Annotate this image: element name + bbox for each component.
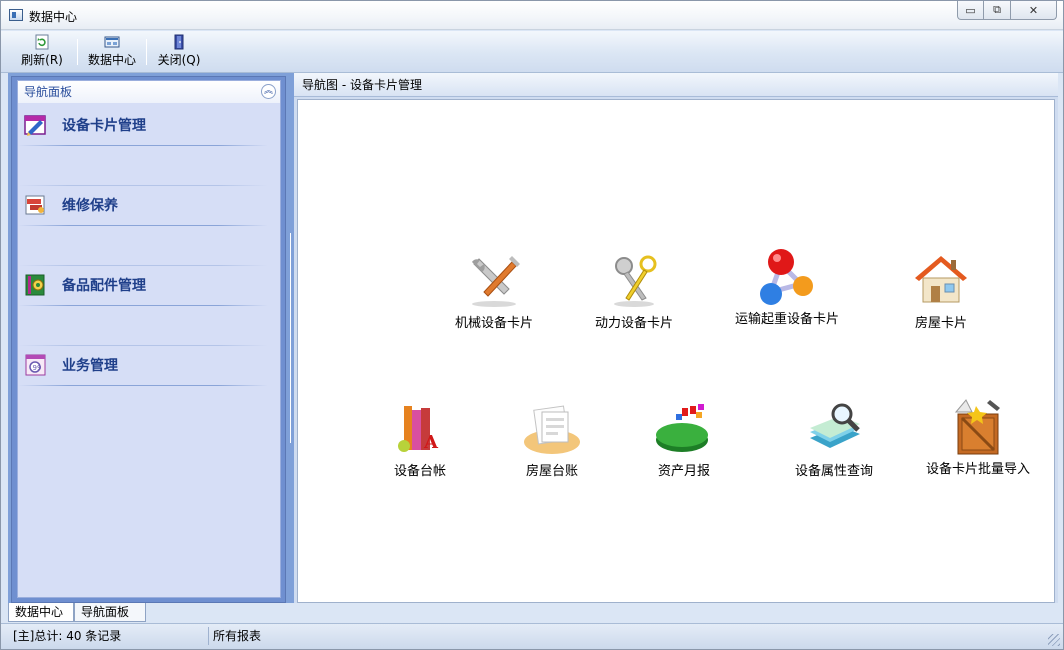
nav-divider: [18, 385, 268, 386]
business-icon: 99: [24, 353, 48, 377]
keys-icon: [602, 250, 666, 310]
tile-label: 房屋台账: [525, 464, 578, 479]
status-report: 所有报表: [209, 627, 1049, 645]
magnifier-books-icon: [802, 398, 866, 458]
tile-device-attribute-query[interactable]: 设备属性查询: [784, 398, 884, 479]
molecule-icon: [755, 246, 819, 306]
tile-asset-monthly-report[interactable]: 资产月报: [644, 398, 724, 479]
data-center-button[interactable]: 数据中心: [85, 34, 139, 70]
tile-device-ledger[interactable]: A 设备台帐: [380, 398, 460, 479]
navigation-diagram: 机械设备卡片 动力设备卡片 运输起重设备卡片 房屋卡片 A 设备台帐 房屋台账 …: [297, 99, 1055, 603]
record-count-text: [主]总计: 40 条记录: [13, 629, 122, 643]
tile-label: 资产月报: [657, 464, 710, 479]
nav-group-maintenance[interactable]: 维修保养: [18, 185, 280, 227]
tab-data-center[interactable]: 数据中心: [8, 603, 74, 622]
tile-label: 设备属性查询: [794, 464, 873, 479]
nav-group-business[interactable]: 99 业务管理: [18, 345, 280, 387]
title-bar[interactable]: 数据中心 ▭ ⧉ ✕: [1, 1, 1063, 30]
repair-tools-icon: [24, 193, 48, 217]
nav-panel-header[interactable]: 导航面板 ︽: [18, 81, 280, 103]
refresh-button[interactable]: 刷新(R): [15, 34, 69, 70]
nav-group-label: 维修保养: [62, 198, 118, 214]
collapse-chevron-icon[interactable]: ︽: [261, 84, 276, 99]
pie-chart-icon: [652, 398, 716, 458]
house-icon: [909, 250, 973, 310]
data-center-label: 数据中心: [87, 53, 136, 67]
books-icon: A: [388, 398, 452, 458]
restore-icon: ⧉: [993, 3, 1001, 16]
nav-group-label: 业务管理: [62, 358, 118, 374]
nav-panel-body: 导航面板 ︽ 设备卡片管理 维修保养 备品配件管理 99 业务管理: [17, 80, 281, 598]
breadcrumb-text: 导航图 - 设备卡片管理: [302, 78, 422, 92]
tile-label: 运输起重设备卡片: [734, 312, 839, 327]
report-text: 所有报表: [213, 629, 262, 643]
close-tool-label: 关闭(Q): [157, 53, 201, 67]
tile-transport-lifting-device-card[interactable]: 运输起重设备卡片: [722, 246, 852, 327]
tile-label: 设备卡片批量导入: [925, 462, 1030, 477]
nav-divider: [18, 305, 268, 306]
nav-divider: [18, 265, 268, 266]
toolbar: 刷新(R) 数据中心 关闭(Q): [1, 31, 1063, 73]
minimize-button[interactable]: ▭: [957, 1, 984, 20]
app-window: 数据中心 ▭ ⧉ ✕ 刷新(R) 数据中心 关闭(Q) 导航面板 ︽ 设备卡片管…: [0, 0, 1064, 650]
nav-group-device-card[interactable]: 设备卡片管理: [18, 107, 280, 147]
document-stack-icon: [520, 398, 584, 458]
tile-device-card-batch-import[interactable]: 设备卡片批量导入: [918, 396, 1038, 477]
tile-building-ledger[interactable]: 房屋台账: [510, 398, 594, 479]
tab-navigation-panel[interactable]: 导航面板: [74, 603, 146, 622]
nav-group-label: 备品配件管理: [62, 278, 146, 294]
window-title: 数据中心: [29, 10, 78, 24]
maximize-button[interactable]: ⧉: [984, 1, 1011, 20]
nav-divider: [18, 145, 268, 146]
toolbar-separator: [77, 39, 78, 65]
toolbar-separator: [146, 39, 147, 65]
tile-label: 设备台帐: [393, 464, 446, 479]
close-button[interactable]: ✕: [1011, 1, 1057, 20]
navigation-panel: 导航面板 ︽ 设备卡片管理 维修保养 备品配件管理 99 业务管理: [11, 76, 286, 603]
main-area: 导航面板 ︽ 设备卡片管理 维修保养 备品配件管理 99 业务管理 导航图 - …: [8, 73, 1058, 603]
refresh-label: 刷新(R): [21, 53, 63, 67]
tile-mechanical-device-card[interactable]: 机械设备卡片: [444, 250, 544, 331]
tile-power-device-card[interactable]: 动力设备卡片: [584, 250, 684, 331]
minimize-icon: ▭: [965, 3, 976, 17]
resize-grip-icon[interactable]: [1048, 634, 1060, 646]
tile-label: 房屋卡片: [914, 316, 967, 331]
tile-label: 动力设备卡片: [594, 316, 673, 331]
pen-card-icon: [24, 113, 48, 137]
nav-group-label: 设备卡片管理: [62, 118, 146, 134]
nav-group-spare-parts[interactable]: 备品配件管理: [18, 265, 280, 307]
wooden-box-icon: [946, 396, 1010, 456]
gear-book-icon: [24, 273, 48, 297]
window-controls: ▭ ⧉ ✕: [957, 1, 1057, 21]
bottom-tab-strip: 数据中心 导航面板: [8, 603, 1058, 623]
door-exit-icon: [171, 34, 187, 50]
tab-label: 导航面板: [81, 605, 130, 619]
data-center-icon: [104, 34, 120, 50]
tab-label: 数据中心: [15, 605, 64, 619]
wrench-screwdriver-icon: [462, 250, 526, 310]
close-tool-button[interactable]: 关闭(Q): [153, 34, 205, 70]
app-window-icon: [9, 9, 23, 21]
tile-building-card[interactable]: 房屋卡片: [896, 250, 986, 331]
refresh-icon: [34, 34, 50, 50]
breadcrumb: 导航图 - 设备卡片管理: [294, 73, 1058, 97]
tile-label: 机械设备卡片: [454, 316, 533, 331]
svg-text:99: 99: [33, 364, 42, 372]
status-record-count: [主]总计: 40 条记录: [9, 627, 209, 645]
content-panel: 导航图 - 设备卡片管理 机械设备卡片 动力设备卡片 运输起重设备卡片 房屋卡片…: [294, 73, 1058, 603]
nav-divider: [18, 185, 268, 186]
nav-divider: [18, 345, 268, 346]
svg-text:A: A: [423, 432, 439, 453]
status-bar: [主]总计: 40 条记录 所有报表: [1, 623, 1063, 649]
nav-divider: [18, 225, 268, 226]
nav-panel-title: 导航面板: [24, 85, 73, 99]
close-icon: ✕: [1028, 3, 1039, 17]
